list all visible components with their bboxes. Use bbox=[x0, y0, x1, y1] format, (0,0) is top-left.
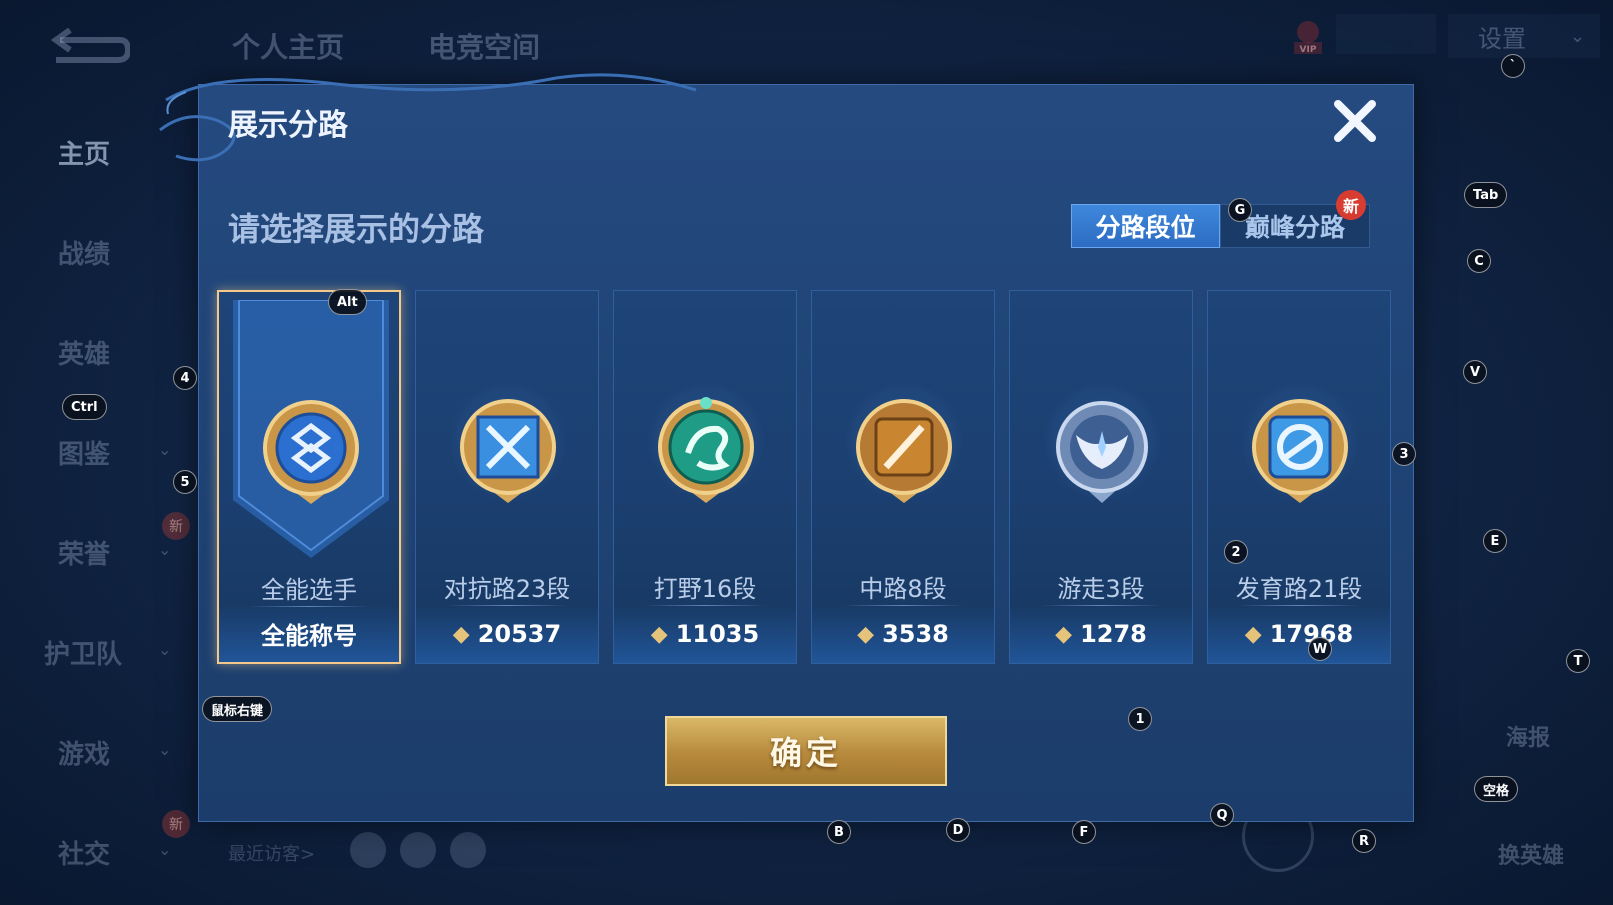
chevron-down-icon: ⌄ bbox=[158, 540, 172, 559]
lane-name: 游走3段 bbox=[1057, 575, 1145, 603]
key-hint-c: C bbox=[1467, 249, 1491, 273]
key-hint-alt: Alt bbox=[328, 289, 367, 315]
avatar[interactable] bbox=[400, 832, 436, 868]
jungle-emblem-icon bbox=[658, 397, 754, 503]
points-icon: ◆ bbox=[452, 621, 470, 647]
key-hint-space: 空格 bbox=[1474, 776, 1519, 802]
lane-points: 11035 bbox=[675, 620, 760, 648]
key-hint-tab: Tab bbox=[1464, 182, 1508, 208]
avatar[interactable] bbox=[450, 832, 486, 868]
lane-points: 3538 bbox=[882, 620, 949, 648]
key-hint-1: 1 bbox=[1128, 707, 1152, 731]
chevron-down-icon: ⌄ bbox=[158, 740, 172, 759]
dialog-subtitle: 请选择展示的分路 bbox=[228, 210, 485, 248]
points-icon: ◆ bbox=[1055, 621, 1073, 647]
recent-visitors-link[interactable]: 最近访客> bbox=[228, 840, 315, 866]
new-tag: 新 bbox=[162, 810, 190, 838]
back-arrow-icon[interactable] bbox=[50, 28, 130, 68]
card-footer: ◆ 3538 bbox=[812, 605, 994, 663]
change-hero-button[interactable]: 换英雄 bbox=[1498, 838, 1564, 870]
title-label: 全能称号 bbox=[261, 621, 357, 650]
key-hint-r: R bbox=[1352, 829, 1376, 853]
key-hint-3: 3 bbox=[1392, 442, 1416, 466]
key-hint-t: T bbox=[1566, 649, 1590, 673]
avatar[interactable] bbox=[350, 832, 386, 868]
points-icon: ◆ bbox=[650, 621, 668, 647]
key-hint-v: V bbox=[1463, 360, 1487, 384]
chevron-down-icon: ⌄ bbox=[1570, 25, 1586, 47]
lane-card-all-round[interactable]: 全能选手 全能称号 bbox=[217, 290, 401, 664]
lane-points: 1278 bbox=[1080, 620, 1147, 648]
clash-lane-emblem-icon bbox=[460, 399, 556, 503]
card-footer: ◆ 1278 bbox=[1010, 605, 1192, 663]
card-footer: ◆ 17968 bbox=[1208, 605, 1390, 663]
card-footer: ◆ 11035 bbox=[614, 605, 796, 663]
all-round-emblem-icon bbox=[263, 400, 359, 504]
card-footer: ◆ 20537 bbox=[416, 605, 598, 663]
key-hint-f: F bbox=[1072, 820, 1096, 844]
chevron-down-icon: ⌄ bbox=[158, 840, 172, 859]
lane-name: 对抗路23段 bbox=[443, 575, 571, 603]
key-hint-g: G bbox=[1228, 198, 1252, 222]
sidebar-item-home[interactable]: 主页 bbox=[58, 134, 110, 171]
confirm-button[interactable]: 确定 bbox=[665, 716, 947, 786]
sidebar-item-heroes[interactable]: 英雄 bbox=[58, 334, 110, 371]
key-hint-b: B bbox=[827, 820, 851, 844]
key-hint-2: 2 bbox=[1224, 540, 1248, 564]
key-hint-ctrl: Ctrl bbox=[62, 394, 107, 420]
sidebar-item-game[interactable]: 游戏 bbox=[58, 734, 110, 771]
sidebar-item-record[interactable]: 战绩 bbox=[58, 234, 110, 271]
lane-card-jungle[interactable]: 打野16段 ◆ 11035 bbox=[613, 290, 797, 664]
settings-button[interactable]: 设置 ⌄ bbox=[1448, 14, 1600, 58]
mid-lane-emblem-icon bbox=[856, 399, 952, 503]
dialog-title: 展示分路 bbox=[228, 108, 348, 143]
key-hint-d: D bbox=[946, 818, 970, 842]
lane-card-roam[interactable]: 游走3段 ◆ 1278 bbox=[1009, 290, 1193, 664]
key-hint-5: 5 bbox=[173, 470, 197, 494]
points-icon: ◆ bbox=[1244, 621, 1262, 647]
key-hint-e: E bbox=[1483, 529, 1507, 553]
new-tag: 新 bbox=[162, 512, 190, 540]
close-icon[interactable] bbox=[1330, 96, 1380, 146]
card-footer: 全能称号 bbox=[219, 604, 399, 662]
lane-name: 全能选手 bbox=[261, 576, 357, 604]
lane-card-farm[interactable]: 发育路21段 ◆ 17968 bbox=[1207, 290, 1391, 664]
new-badge: 新 bbox=[1336, 190, 1366, 220]
sidebar-item-honor[interactable]: 荣誉 bbox=[58, 534, 110, 571]
roam-emblem-icon bbox=[1056, 401, 1148, 503]
key-hint-4: 4 bbox=[173, 366, 197, 390]
lane-name: 中路8段 bbox=[859, 575, 947, 603]
vip-info bbox=[1336, 14, 1436, 54]
tab-esports-space[interactable]: 电竞空间 bbox=[428, 26, 540, 66]
settings-label: 设置 bbox=[1478, 24, 1526, 53]
vip-icon[interactable]: VIP bbox=[1288, 18, 1328, 56]
tab-lane-rank[interactable]: 分路段位 bbox=[1071, 204, 1220, 248]
chevron-down-icon: ⌄ bbox=[158, 440, 172, 459]
lane-card-clash[interactable]: 对抗路23段 ◆ 20537 bbox=[415, 290, 599, 664]
sidebar-item-codex[interactable]: 图鉴 bbox=[58, 434, 110, 471]
key-hint-q: Q bbox=[1210, 803, 1234, 827]
chevron-down-icon: ⌄ bbox=[158, 640, 172, 659]
lane-points: 20537 bbox=[477, 620, 562, 648]
lane-name: 发育路21段 bbox=[1235, 575, 1363, 603]
key-hint-w: W bbox=[1308, 637, 1332, 661]
vip-label: VIP bbox=[1300, 45, 1317, 55]
lane-name: 打野16段 bbox=[653, 575, 757, 603]
key-hint-right-mouse: 鼠标右键 bbox=[202, 696, 273, 722]
farm-lane-emblem-icon bbox=[1252, 399, 1348, 503]
poster-button[interactable]: 海报 bbox=[1506, 720, 1550, 752]
key-hint-backtick: ` bbox=[1501, 54, 1525, 78]
tab-personal-home[interactable]: 个人主页 bbox=[232, 26, 344, 66]
points-icon: ◆ bbox=[857, 621, 875, 647]
sidebar-item-social[interactable]: 社交 bbox=[58, 834, 110, 871]
sidebar-item-guard[interactable]: 护卫队 bbox=[44, 634, 122, 671]
lane-card-mid[interactable]: 中路8段 ◆ 3538 bbox=[811, 290, 995, 664]
